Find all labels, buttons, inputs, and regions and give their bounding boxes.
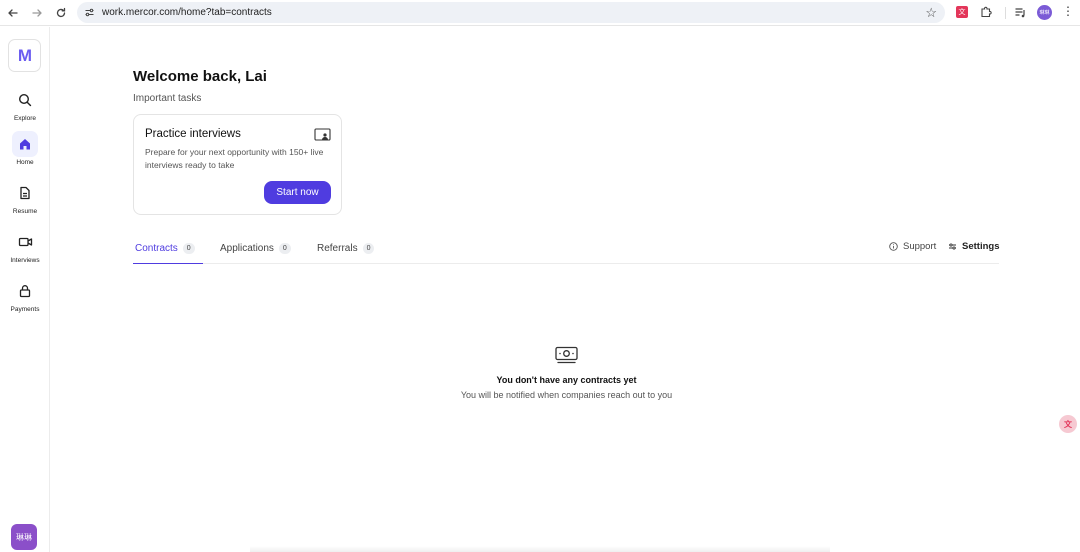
sidebar-item-home[interactable]: Home [0, 131, 50, 166]
sidebar-item-label: Resume [12, 208, 38, 215]
tab-referrals[interactable]: Referrals 0 [317, 243, 375, 254]
forward-button[interactable] [29, 5, 45, 21]
active-tab-indicator [133, 263, 203, 264]
media-control-icon[interactable] [1014, 6, 1027, 19]
money-bill-icon [555, 346, 578, 364]
sliders-icon [949, 243, 956, 250]
tabs-divider [133, 263, 999, 264]
reload-icon [56, 7, 66, 17]
tab-count-badge: 0 [362, 243, 375, 254]
user-avatar[interactable]: 琳琳 [11, 524, 37, 550]
tab-count-badge: 0 [182, 243, 195, 254]
section-subtitle: Important tasks [133, 93, 202, 104]
toolbar-divider [1005, 7, 1006, 19]
document-icon [12, 180, 38, 206]
url-text[interactable]: work.mercor.com/home?tab=contracts [102, 7, 272, 18]
floating-translate-icon[interactable]: 文 [1059, 415, 1077, 433]
empty-state-subtitle: You will be notified when companies reac… [460, 390, 673, 400]
bookmark-star-icon[interactable]: ☆ [925, 5, 937, 21]
card-title: Practice interviews [145, 128, 241, 140]
sidebar-item-label: Interviews [10, 257, 40, 264]
sidebar-item-label: Explore [13, 115, 37, 122]
home-icon [12, 131, 38, 157]
support-link[interactable]: Support [889, 241, 936, 252]
browser-toolbar: work.mercor.com/home?tab=contracts ☆ 文 琳… [0, 0, 1080, 26]
sidebar-item-explore[interactable]: Explore [0, 87, 50, 122]
browser-profile-avatar[interactable]: 琳琳 [1037, 5, 1052, 20]
browser-menu-icon[interactable]: ⋮ [1062, 4, 1074, 18]
extensions-puzzle-icon[interactable] [980, 5, 993, 18]
sidebar-item-interviews[interactable]: Interviews [0, 229, 50, 264]
sidebar-item-label: Home [16, 159, 34, 166]
sidebar-item-payments[interactable]: Payments [0, 278, 50, 313]
arrow-right-icon [32, 8, 42, 17]
info-icon [889, 242, 898, 251]
arrow-left-icon [8, 8, 18, 17]
lock-icon [12, 278, 38, 304]
sidebar: M Explore Home Resume Interviews Payment… [0, 27, 50, 552]
back-button[interactable] [5, 5, 21, 21]
video-icon [12, 229, 38, 255]
tab-applications[interactable]: Applications 0 [220, 243, 291, 254]
tab-contracts[interactable]: Contracts 0 [135, 243, 195, 254]
site-info-icon[interactable] [82, 6, 96, 20]
bottom-shadow [250, 546, 830, 552]
start-now-button[interactable]: Start now [264, 181, 331, 204]
settings-link[interactable]: Settings [948, 241, 999, 252]
address-bar[interactable]: work.mercor.com/home?tab=contracts ☆ [77, 2, 945, 23]
page-title: Welcome back, Lai [133, 68, 267, 85]
translate-extension-icon[interactable]: 文 [956, 6, 968, 18]
practice-interviews-card: Practice interviews Prepare for your nex… [133, 114, 342, 215]
reload-button[interactable] [53, 5, 69, 21]
search-icon [12, 87, 38, 113]
mercor-logo[interactable]: M [8, 39, 41, 72]
card-description: Prepare for your next opportunity with 1… [145, 147, 324, 170]
tab-count-badge: 0 [278, 243, 291, 254]
presentation-icon [314, 128, 331, 142]
empty-state-title: You don't have any contracts yet [496, 375, 637, 385]
sidebar-item-resume[interactable]: Resume [0, 180, 50, 215]
sidebar-item-label: Payments [10, 306, 40, 313]
